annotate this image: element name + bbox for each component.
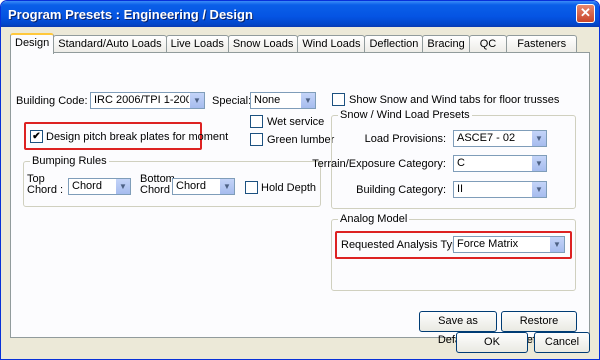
building-category-value: II: [457, 183, 464, 195]
tab-strip: Design Standard/Auto Loads Live Loads Sn…: [10, 33, 578, 54]
tab-bracing[interactable]: Bracing: [422, 35, 470, 53]
terrain-value: C: [457, 157, 465, 169]
chevron-down-icon: ▼: [531, 131, 546, 146]
window-title: Program Presets : Engineering / Design: [8, 7, 253, 22]
building-category-select[interactable]: II ▼: [453, 181, 547, 198]
program-presets-dialog: Program Presets : Engineering / Design ✕…: [0, 0, 600, 360]
building-code-select[interactable]: IRC 2006/TPI 1-2002 ▼: [90, 92, 205, 109]
bottom-chord-value: Chord: [176, 180, 206, 192]
building-code-label: Building Code:: [16, 95, 88, 107]
top-chord-label-line2: Chord :: [27, 184, 64, 196]
tab-deflection[interactable]: Deflection: [364, 35, 424, 53]
bottom-chord-label: Bottom Chord :: [140, 174, 176, 196]
tab-qc[interactable]: QC: [468, 35, 508, 53]
bottom-chord-label-line2: Chord :: [140, 184, 177, 196]
chevron-down-icon: ▼: [300, 93, 315, 108]
tab-design[interactable]: Design: [10, 33, 55, 54]
show-snow-wind-label: Show Snow and Wind tabs for floor trusse…: [349, 94, 560, 106]
tab-live-loads[interactable]: Live Loads: [165, 35, 229, 53]
snow-wind-presets-title: Snow / Wind Load Presets: [338, 109, 472, 121]
green-lumber-checkbox[interactable]: [250, 133, 263, 146]
hold-depth-label: Hold Depth: [261, 182, 317, 194]
chevron-down-icon: ▼: [531, 182, 546, 197]
load-provisions-label: Load Provisions:: [364, 133, 446, 145]
tab-wind-loads[interactable]: Wind Loads: [297, 35, 366, 53]
dialog-body: Design Standard/Auto Loads Live Loads Sn…: [4, 27, 596, 358]
save-as-defaults-button[interactable]: Save as Defaults: [419, 311, 497, 346]
design-pitch-label: Design pitch break plates for moment: [46, 131, 229, 143]
building-category-label: Building Category:: [356, 184, 446, 196]
show-snow-wind-checkbox[interactable]: [332, 93, 345, 106]
close-button[interactable]: ✕: [576, 4, 595, 23]
ok-button[interactable]: OK: [456, 332, 528, 353]
wet-service-label: Wet service: [267, 116, 325, 128]
load-provisions-select[interactable]: ASCE7 - 02 ▼: [453, 130, 547, 147]
analysis-type-value: Force Matrix: [457, 238, 519, 250]
chevron-down-icon: ▼: [531, 156, 546, 171]
chevron-down-icon: ▼: [219, 179, 234, 194]
green-lumber-label: Green lumber: [267, 134, 335, 146]
top-chord-value: Chord: [72, 180, 102, 192]
special-select[interactable]: None ▼: [250, 92, 316, 109]
design-tab-panel: Building Code: IRC 2006/TPI 1-2002 ▼ Spe…: [10, 52, 590, 346]
cancel-button[interactable]: Cancel: [534, 332, 590, 353]
special-label: Special:: [212, 95, 252, 107]
title-bar[interactable]: Program Presets : Engineering / Design ✕: [1, 1, 599, 27]
top-chord-select[interactable]: Chord ▼: [68, 178, 131, 195]
analysis-type-label: Requested Analysis Type:: [341, 239, 468, 251]
restore-defaults-button[interactable]: Restore Defaults: [501, 311, 577, 346]
terrain-label: Terrain/Exposure Category:: [312, 158, 446, 170]
analog-model-title: Analog Model: [338, 213, 410, 225]
special-value: None: [254, 94, 281, 106]
hold-depth-checkbox[interactable]: [245, 181, 258, 194]
tab-standard-auto-loads[interactable]: Standard/Auto Loads: [53, 35, 167, 53]
tab-snow-loads[interactable]: Snow Loads: [227, 35, 299, 53]
chevron-down-icon: ▼: [115, 179, 130, 194]
tab-fasteners[interactable]: Fasteners: [506, 35, 578, 53]
terrain-select[interactable]: C ▼: [453, 155, 547, 172]
chevron-down-icon: ▼: [549, 237, 564, 252]
top-chord-label: Top Chord :: [27, 174, 63, 196]
building-code-value: IRC 2006/TPI 1-2002: [94, 94, 198, 106]
load-provisions-value: ASCE7 - 02: [457, 132, 516, 144]
wet-service-checkbox[interactable]: [250, 115, 263, 128]
bumping-rules-title: Bumping Rules: [30, 155, 109, 167]
chevron-down-icon: ▼: [189, 93, 204, 108]
analysis-type-select[interactable]: Force Matrix ▼: [453, 236, 565, 253]
bottom-chord-select[interactable]: Chord ▼: [172, 178, 235, 195]
design-pitch-checkbox[interactable]: ✔: [30, 130, 43, 143]
